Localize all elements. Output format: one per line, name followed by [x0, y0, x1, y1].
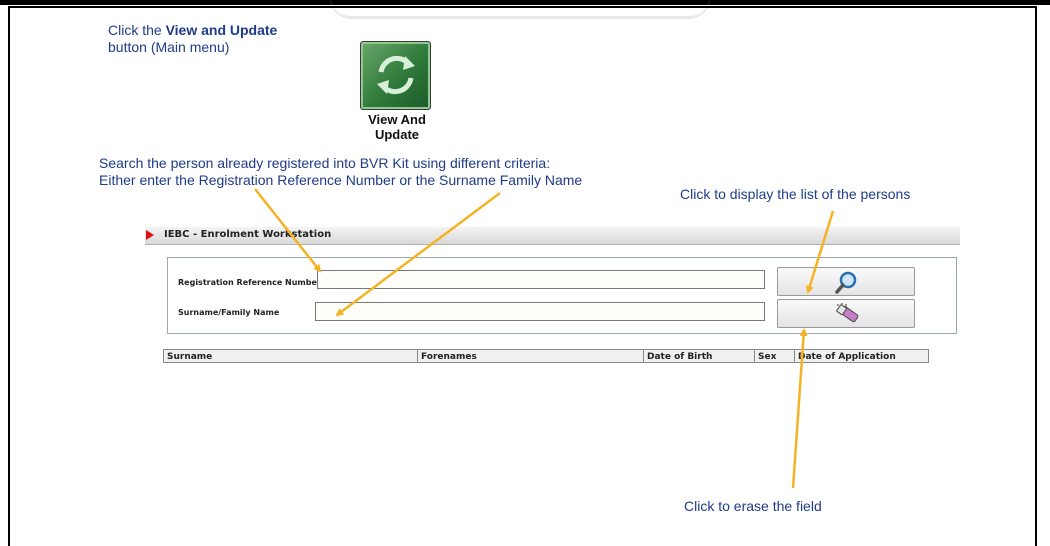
column-surname[interactable]: Surname: [163, 349, 418, 363]
instruction-bold: View and Update: [165, 22, 278, 38]
refresh-icon: [377, 55, 415, 95]
column-date-of-birth[interactable]: Date of Birth: [644, 349, 755, 363]
window-title: IEBC - Enrolment Workstation: [164, 229, 332, 240]
main-menu-instruction: Click the View and Update button (Main m…: [108, 22, 277, 56]
search-instruction-line1: Search the person already registered int…: [99, 155, 551, 171]
registration-label: Registration Reference Number: [178, 278, 321, 287]
label-line2: Update: [374, 127, 420, 142]
eraser-icon: [836, 303, 859, 323]
search-instruction: Search the person already registered int…: [99, 155, 582, 189]
magnifier-icon: [835, 271, 857, 294]
app-icon: [146, 230, 154, 240]
column-date-of-application[interactable]: Date of Application: [795, 349, 929, 363]
search-button[interactable]: [777, 267, 915, 296]
label-line1: View And: [368, 112, 426, 127]
surname-label: Surname/Family Name: [178, 308, 280, 317]
column-sex[interactable]: Sex: [755, 349, 795, 363]
view-and-update-button[interactable]: [360, 41, 431, 110]
erase-field-instruction: Click to erase the field: [684, 498, 822, 514]
enrolment-window: IEBC - Enrolment Workstation Registratio…: [145, 227, 960, 367]
search-instruction-line2: Either enter the Registration Reference …: [99, 172, 583, 188]
column-forenames[interactable]: Forenames: [418, 349, 644, 363]
surname-input[interactable]: [315, 302, 765, 321]
clear-button[interactable]: [777, 299, 915, 328]
registration-number-input[interactable]: [317, 270, 765, 289]
instruction-suffix: button (Main menu): [108, 39, 230, 55]
instruction-prefix: Click the: [108, 22, 166, 38]
view-and-update-label: View And Update: [360, 112, 434, 142]
window-titlebar: IEBC - Enrolment Workstation: [145, 227, 960, 245]
display-list-instruction: Click to display the list of the persons: [680, 186, 911, 202]
results-table-header: Surname Forenames Date of Birth Sex Date…: [163, 349, 929, 363]
